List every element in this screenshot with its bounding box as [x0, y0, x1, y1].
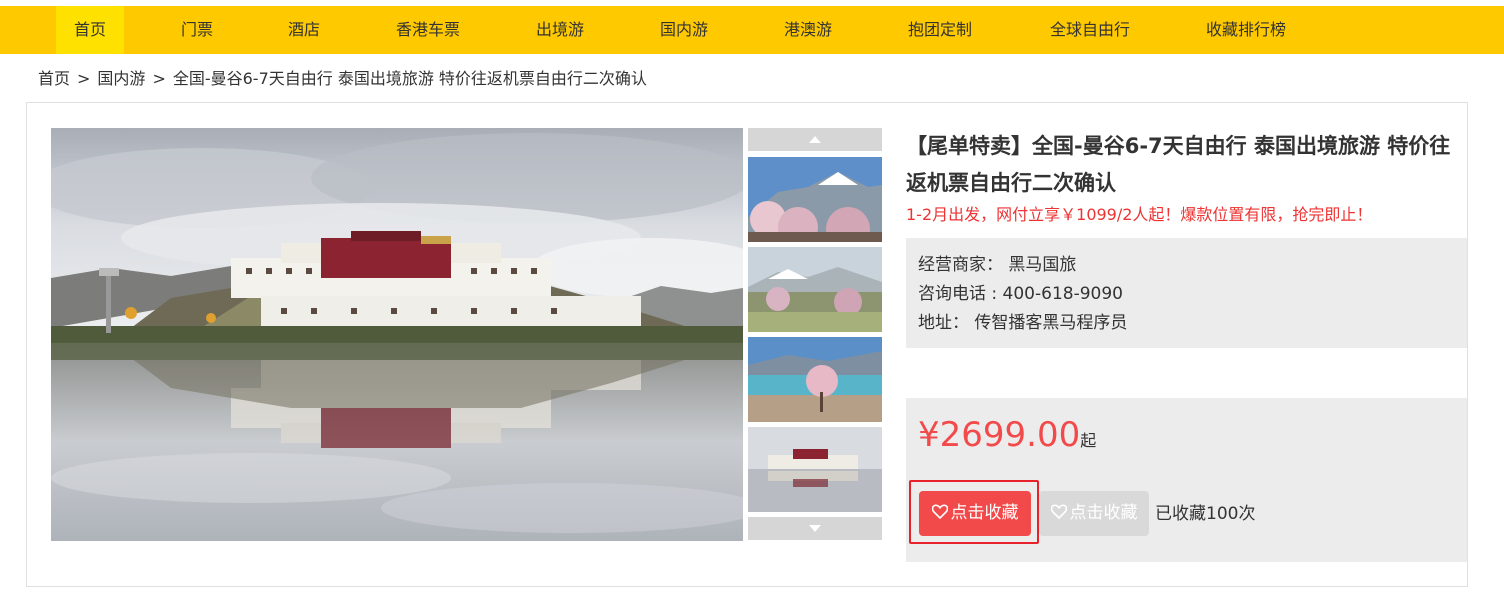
price: ¥2699.00起	[918, 414, 1096, 462]
favorite-button-disabled: 点击收藏	[1039, 491, 1149, 536]
nav-item-hk-macau[interactable]: 港澳游	[768, 6, 848, 54]
promo-text: 1-2月出发，网付立享￥1099/2人起！爆款位置有限，抢完即止！	[906, 205, 1373, 224]
thumbnail-2[interactable]	[748, 247, 882, 332]
address-line: 地址： 传智播客黑马程序员	[918, 309, 1127, 337]
nav-item-outbound[interactable]: 出境游	[520, 6, 600, 54]
address-label: 地址：	[918, 313, 969, 333]
phone-line: 咨询电话 : 400-618-9090	[918, 280, 1123, 308]
nav-item-favorites-rank[interactable]: 收藏排行榜	[1196, 6, 1296, 54]
heart-icon	[931, 504, 948, 519]
breadcrumb-current: 全国-曼谷6-7天自由行 泰国出境旅游 特价往返机票自由行二次确认	[172, 69, 647, 88]
price-box: ¥2699.00起 点击收藏 点击收藏 已收藏100次	[906, 398, 1467, 562]
breadcrumb: 首页 > 国内游 > 全国-曼谷6-7天自由行 泰国出境旅游 特价往返机票自由行二次确认	[38, 66, 647, 92]
thumbnail-4[interactable]	[748, 427, 882, 512]
thumbnail-1[interactable]	[748, 157, 882, 242]
nav-item-hk-bus[interactable]: 香港车票	[388, 6, 468, 54]
thumbnail-3[interactable]	[748, 337, 882, 422]
nav-item-hotels[interactable]: 酒店	[270, 6, 338, 54]
product-title: 【尾单特卖】全国-曼谷6-7天自由行 泰国出境旅游 特价往返机票自由行二次确认	[906, 134, 1451, 195]
breadcrumb-separator: >	[152, 69, 166, 88]
arrow-up-icon	[809, 136, 821, 143]
add-favorite-label: 点击收藏	[950, 503, 1019, 523]
nav-item-global-free[interactable]: 全球自由行	[1040, 6, 1140, 54]
nav-item-domestic[interactable]: 国内游	[644, 6, 724, 54]
breadcrumb-separator: >	[77, 69, 91, 88]
phone-label: 咨询电话 :	[918, 284, 998, 304]
arrow-down-icon	[809, 525, 821, 532]
favorite-disabled-label: 点击收藏	[1069, 503, 1138, 523]
merchant-info-box: 经营商家： 黑马国旅 咨询电话 : 400-618-9090 地址： 传智播客黑…	[906, 238, 1467, 348]
heart-icon	[1050, 504, 1067, 519]
top-nav: 首页 门票 酒店 香港车票 出境游 国内游 港澳游 抱团定制 全球自由行 收藏排…	[0, 6, 1504, 54]
price-suffix: 起	[1080, 431, 1097, 450]
favorite-count: 已收藏100次	[1155, 504, 1256, 524]
breadcrumb-category[interactable]: 国内游	[97, 69, 145, 88]
merchant-line: 经营商家： 黑马国旅	[918, 251, 1076, 279]
price-value: ¥2699.00	[918, 415, 1081, 455]
address-value: 传智播客黑马程序员	[974, 313, 1128, 333]
merchant-label: 经营商家：	[918, 255, 1003, 275]
nav-item-home[interactable]: 首页	[56, 6, 124, 54]
thumb-scroll-down[interactable]	[748, 517, 882, 540]
thumb-scroll-up[interactable]	[748, 128, 882, 151]
nav-item-tickets[interactable]: 门票	[163, 6, 231, 54]
merchant-value: 黑马国旅	[1008, 255, 1077, 275]
main-product-photo	[51, 128, 743, 541]
add-favorite-button[interactable]: 点击收藏	[919, 491, 1031, 536]
nav-item-custom[interactable]: 抱团定制	[892, 6, 988, 54]
phone-value: 400-618-9090	[1002, 284, 1123, 304]
breadcrumb-home[interactable]: 首页	[38, 69, 70, 88]
